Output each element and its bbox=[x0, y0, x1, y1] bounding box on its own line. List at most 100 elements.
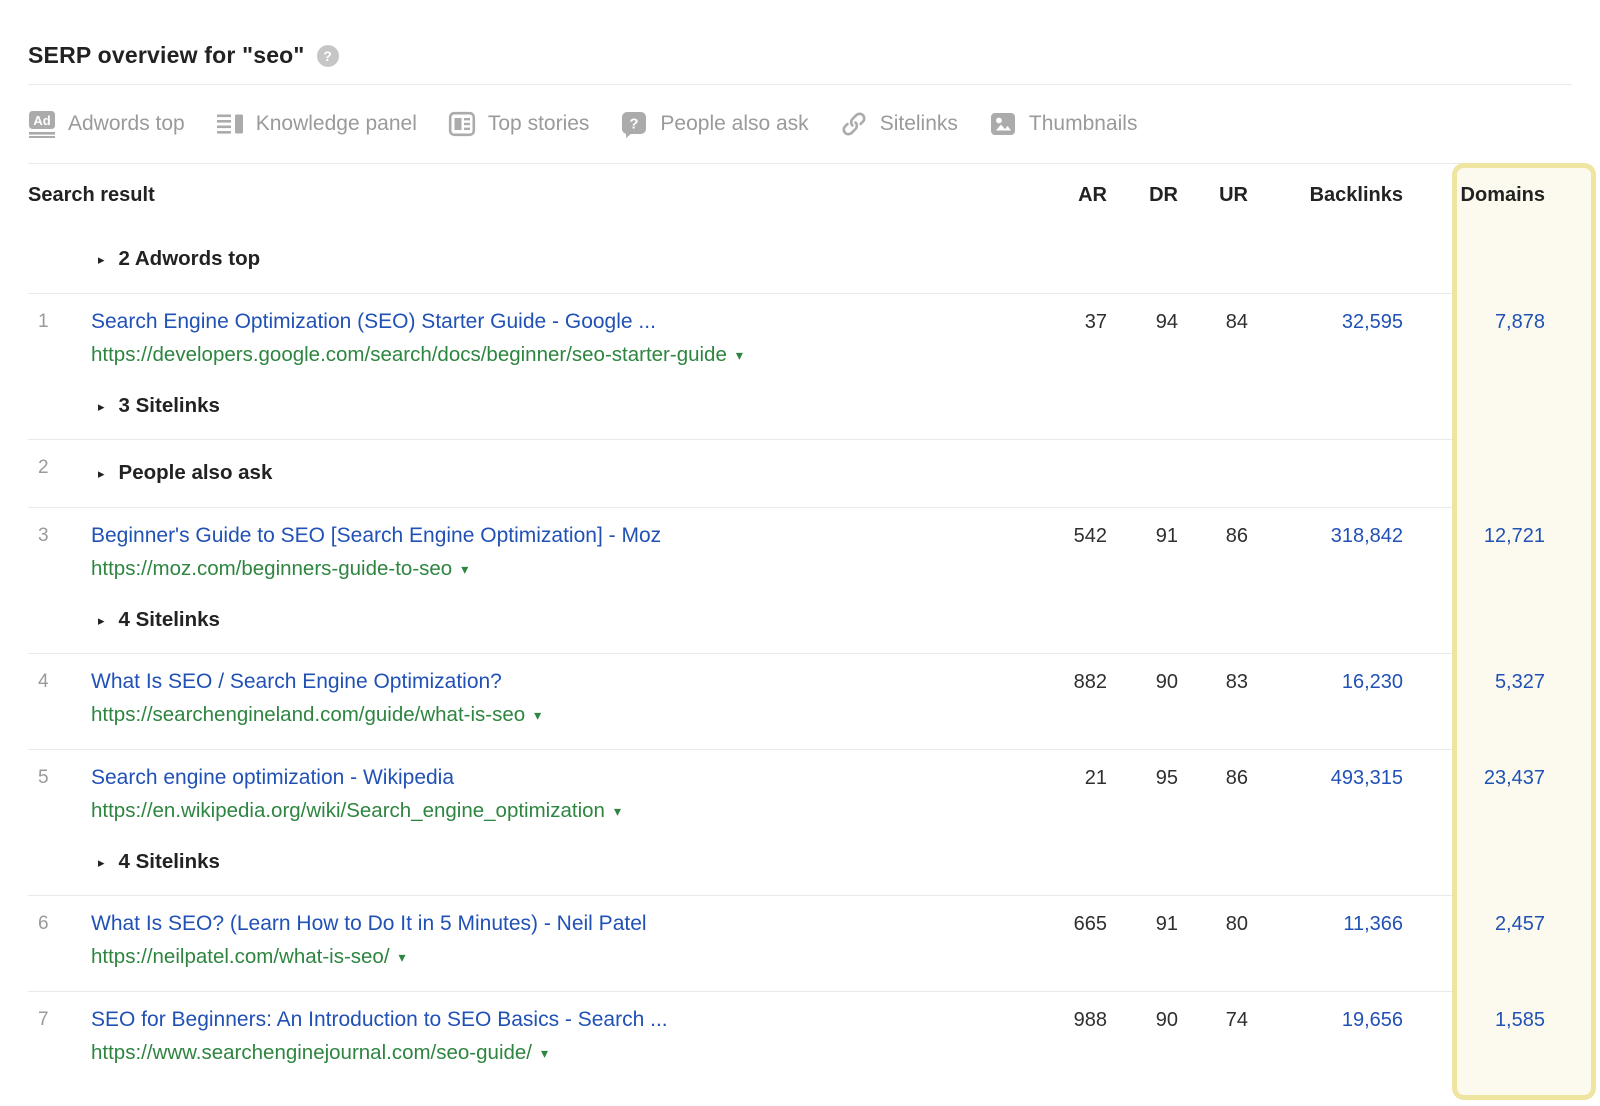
url-dropdown-icon[interactable]: ▾ bbox=[534, 708, 541, 722]
domains-cell: 12,721 bbox=[1430, 508, 1572, 653]
url-dropdown-icon[interactable]: ▾ bbox=[461, 562, 468, 576]
result-rank: 2 bbox=[28, 440, 91, 507]
result-title-link[interactable]: What Is SEO / Search Engine Optimization… bbox=[91, 669, 502, 695]
expand-toggle[interactable]: ▸2 Adwords top bbox=[91, 246, 1050, 272]
result-rank: 3 bbox=[28, 508, 91, 653]
empty-cell bbox=[1275, 440, 1430, 507]
result-rank: 4 bbox=[28, 654, 91, 749]
result-main: Beginner's Guide to SEO [Search Engine O… bbox=[91, 508, 1050, 653]
url-dropdown-icon[interactable]: ▾ bbox=[541, 1046, 548, 1060]
col-search-result: Search result bbox=[28, 184, 155, 207]
ur-value: 84 bbox=[1205, 294, 1275, 439]
ar-value: 665 bbox=[1050, 896, 1134, 991]
backlinks-link[interactable]: 16,230 bbox=[1342, 671, 1403, 693]
result-url-link[interactable]: https://searchengineland.com/guide/what-… bbox=[91, 701, 525, 729]
result-url-line: https://en.wikipedia.org/wiki/Search_eng… bbox=[91, 797, 1050, 825]
ar-value: 37 bbox=[1050, 294, 1134, 439]
chevron-right-icon: ▸ bbox=[98, 856, 105, 869]
domains-link[interactable]: 1,585 bbox=[1495, 1009, 1545, 1031]
result-main: ▸People also ask bbox=[91, 440, 1050, 507]
result-main: ▸2 Adwords top bbox=[91, 226, 1050, 293]
svg-text:?: ? bbox=[630, 116, 639, 133]
domains-link[interactable]: 23,437 bbox=[1484, 767, 1545, 789]
backlinks-link[interactable]: 11,366 bbox=[1343, 913, 1403, 935]
feature-label: Thumbnails bbox=[1029, 112, 1138, 136]
backlinks-link[interactable]: 493,315 bbox=[1331, 767, 1403, 789]
result-main: Search Engine Optimization (SEO) Starter… bbox=[91, 294, 1050, 439]
top-stories-icon bbox=[448, 110, 476, 138]
chevron-right-icon: ▸ bbox=[98, 614, 105, 627]
col-domains: Domains bbox=[1430, 164, 1572, 226]
feature-label: Adwords top bbox=[68, 112, 185, 136]
ar-value: 882 bbox=[1050, 654, 1134, 749]
serp-features-legend: Ad Adwords top Knowledge panel Top stori… bbox=[0, 85, 1600, 163]
knowledge-panel-icon bbox=[216, 110, 244, 138]
backlinks-cell: 318,842 bbox=[1275, 508, 1430, 653]
empty-cell bbox=[1050, 440, 1134, 507]
feature-label: Top stories bbox=[488, 112, 590, 136]
feature-label: People also ask bbox=[660, 112, 808, 136]
sitelinks-toggle[interactable]: ▸3 Sitelinks bbox=[91, 393, 1050, 419]
panel-header: SERP overview for "seo" ? bbox=[0, 0, 1600, 84]
feature-label: Knowledge panel bbox=[256, 112, 417, 136]
serp-feature-people-also-ask: ? People also ask bbox=[620, 110, 808, 138]
url-dropdown-icon[interactable]: ▾ bbox=[736, 348, 743, 362]
result-main: SEO for Beginners: An Introduction to SE… bbox=[91, 992, 1050, 1087]
ur-value: 83 bbox=[1205, 654, 1275, 749]
empty-cell bbox=[1275, 226, 1430, 293]
result-url-link[interactable]: https://www.searchenginejournal.com/seo-… bbox=[91, 1039, 532, 1067]
domains-link[interactable]: 2,457 bbox=[1495, 913, 1545, 935]
result-title-link[interactable]: What Is SEO? (Learn How to Do It in 5 Mi… bbox=[91, 911, 647, 937]
chevron-right-icon: ▸ bbox=[98, 253, 105, 266]
result-main: What Is SEO? (Learn How to Do It in 5 Mi… bbox=[91, 896, 1050, 991]
result-title-link[interactable]: Beginner's Guide to SEO [Search Engine O… bbox=[91, 523, 661, 549]
empty-cell bbox=[1134, 440, 1205, 507]
serp-feature-adwords-top: Ad Adwords top bbox=[28, 110, 185, 138]
result-url-link[interactable]: https://moz.com/beginners-guide-to-seo bbox=[91, 555, 452, 583]
url-dropdown-icon[interactable]: ▾ bbox=[614, 804, 621, 818]
table-header-row: Search result AR DR UR Backlinks Domains bbox=[28, 164, 1572, 226]
result-rank: 5 bbox=[28, 750, 91, 895]
result-url-line: https://www.searchenginejournal.com/seo-… bbox=[91, 1039, 1050, 1067]
dr-value: 90 bbox=[1134, 992, 1205, 1087]
feature-label: Sitelinks bbox=[880, 112, 958, 136]
expand-toggle[interactable]: ▸People also ask bbox=[91, 460, 1050, 486]
result-rank bbox=[28, 226, 91, 293]
col-ar: AR bbox=[1050, 164, 1134, 226]
chevron-right-icon: ▸ bbox=[98, 400, 105, 413]
result-url-link[interactable]: https://en.wikipedia.org/wiki/Search_eng… bbox=[91, 797, 605, 825]
domains-link[interactable]: 7,878 bbox=[1495, 311, 1545, 333]
backlinks-cell: 493,315 bbox=[1275, 750, 1430, 895]
help-icon[interactable]: ? bbox=[317, 45, 339, 67]
serp-result-row: 1Search Engine Optimization (SEO) Starte… bbox=[28, 294, 1572, 440]
domains-cell: 7,878 bbox=[1430, 294, 1572, 439]
backlinks-link[interactable]: 318,842 bbox=[1331, 525, 1403, 547]
result-url-line: https://moz.com/beginners-guide-to-seo ▾ bbox=[91, 555, 1050, 583]
empty-cell bbox=[1430, 226, 1572, 293]
result-url-link[interactable]: https://neilpatel.com/what-is-seo/ bbox=[91, 943, 390, 971]
col-backlinks: Backlinks bbox=[1275, 164, 1430, 226]
result-url-link[interactable]: https://developers.google.com/search/doc… bbox=[91, 341, 727, 369]
result-title-link[interactable]: Search Engine Optimization (SEO) Starter… bbox=[91, 309, 656, 335]
result-title-link[interactable]: Search engine optimization - Wikipedia bbox=[91, 765, 454, 791]
sitelinks-label: 4 Sitelinks bbox=[119, 607, 220, 633]
sitelinks-toggle[interactable]: ▸ 4 Sitelinks bbox=[91, 607, 1050, 633]
ur-value: 86 bbox=[1205, 508, 1275, 653]
empty-cell bbox=[1205, 440, 1275, 507]
serp-group-row: 2▸People also ask bbox=[28, 440, 1572, 508]
backlinks-link[interactable]: 19,656 bbox=[1342, 1009, 1403, 1031]
result-title-link[interactable]: SEO for Beginners: An Introduction to SE… bbox=[91, 1007, 668, 1033]
ur-value: 74 bbox=[1205, 992, 1275, 1087]
serp-feature-knowledge-panel: Knowledge panel bbox=[216, 110, 417, 138]
empty-cell bbox=[1050, 226, 1134, 293]
sitelinks-toggle[interactable]: ▸4 Sitelinks bbox=[91, 849, 1050, 875]
dr-value: 90 bbox=[1134, 654, 1205, 749]
serp-result-row: 3Beginner's Guide to SEO [Search Engine … bbox=[28, 508, 1572, 654]
serp-result-row: 5Search engine optimization - Wikipedia h… bbox=[28, 750, 1572, 896]
domains-link[interactable]: 12,721 bbox=[1484, 525, 1545, 547]
url-dropdown-icon[interactable]: ▾ bbox=[399, 950, 406, 964]
domains-link[interactable]: 5,327 bbox=[1495, 671, 1545, 693]
result-url-line: https://neilpatel.com/what-is-seo/ ▾ bbox=[91, 943, 1050, 971]
backlinks-link[interactable]: 32,595 bbox=[1342, 311, 1403, 333]
dr-value: 95 bbox=[1134, 750, 1205, 895]
